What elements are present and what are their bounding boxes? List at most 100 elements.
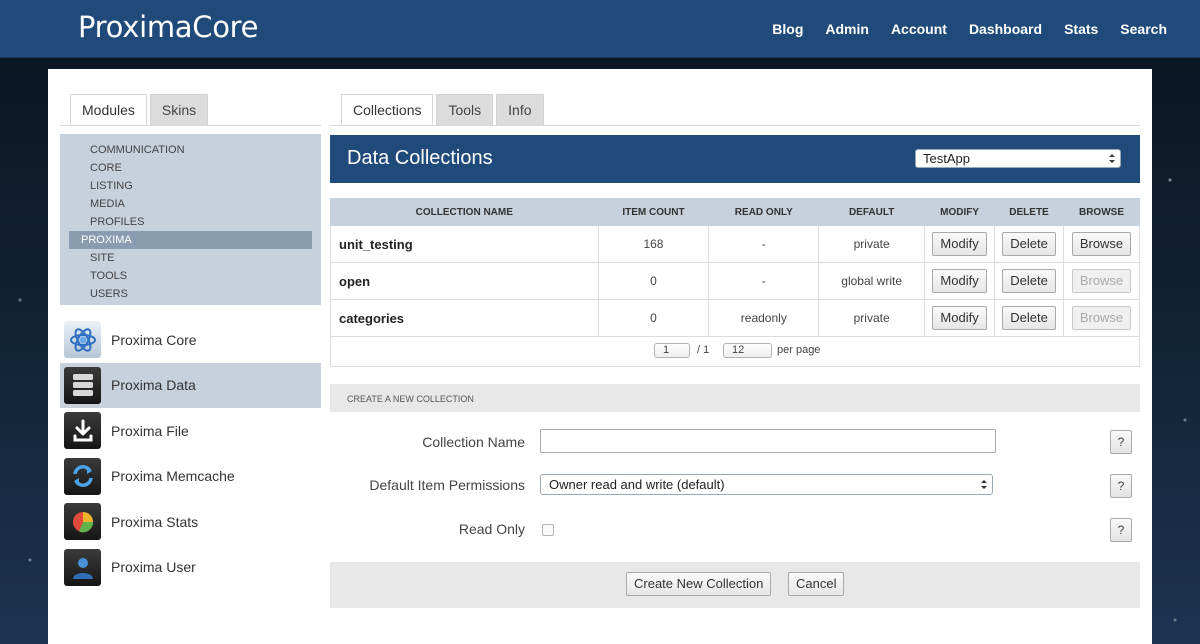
- module-proxima-user[interactable]: Proxima User: [60, 545, 321, 591]
- column-header: DEFAULT: [818, 198, 926, 226]
- module-list: Proxima Core Proxima Data Proxima File P…: [60, 317, 321, 590]
- select-arrows-icon: [981, 480, 987, 489]
- category-tools[interactable]: TOOLS: [69, 267, 312, 285]
- module-label: Proxima Core: [111, 331, 197, 348]
- page-total: / 1: [697, 344, 710, 356]
- browse-button: Browse: [1071, 269, 1132, 293]
- nav-admin[interactable]: Admin: [814, 0, 880, 58]
- browse-button[interactable]: Browse: [1071, 232, 1132, 256]
- brand-logo[interactable]: ProximaCore: [78, 10, 258, 44]
- divider: [330, 125, 1140, 126]
- module-proxima-memcache[interactable]: Proxima Memcache: [60, 454, 321, 500]
- module-label: Proxima Stats: [111, 513, 199, 530]
- column-header: BROWSE: [1062, 198, 1141, 226]
- cancel-button[interactable]: Cancel: [788, 572, 845, 596]
- default-permission: global write: [818, 262, 926, 300]
- category-profiles[interactable]: PROFILES: [69, 213, 312, 231]
- right-tabs: Collections Tools Info: [341, 94, 547, 125]
- download-icon: [64, 412, 101, 450]
- category-communication[interactable]: COMMUNICATION: [69, 141, 312, 159]
- delete-button[interactable]: Delete: [1002, 306, 1056, 330]
- per-page-label: per page: [777, 344, 821, 356]
- divider: [60, 125, 321, 126]
- read-only-value: -: [708, 262, 820, 300]
- modify-cell: Modify: [924, 262, 996, 300]
- collection-name-label: Collection Name: [422, 434, 525, 450]
- nav-blog[interactable]: Blog: [761, 0, 814, 58]
- column-header: DELETE: [994, 198, 1064, 226]
- app-select-value: TestApp: [923, 151, 970, 166]
- table-row: unit_testing 168 - private Modify Delete…: [330, 225, 1141, 263]
- module-label: Proxima Data: [111, 377, 196, 394]
- category-core[interactable]: CORE: [69, 159, 312, 177]
- modify-button[interactable]: Modify: [932, 232, 987, 256]
- top-nav: Blog Admin Account Dashboard Stats Searc…: [761, 0, 1200, 58]
- column-header: COLLECTION NAME: [330, 198, 599, 226]
- page-title: Data Collections: [347, 147, 493, 169]
- per-page-select[interactable]: 12: [723, 343, 772, 358]
- delete-button[interactable]: Delete: [1002, 269, 1056, 293]
- delete-cell: Delete: [994, 262, 1064, 300]
- atom-icon: [64, 321, 101, 359]
- delete-button[interactable]: Delete: [1002, 232, 1056, 256]
- tab-collections[interactable]: Collections: [341, 94, 434, 125]
- browse-button: Browse: [1071, 306, 1132, 330]
- nav-search[interactable]: Search: [1109, 0, 1178, 58]
- category-media[interactable]: MEDIA: [69, 195, 312, 213]
- page-select-value: 1: [663, 344, 670, 356]
- select-arrows-icon: [1109, 154, 1115, 163]
- pagination: 1 / 1 12 per page: [330, 335, 1140, 367]
- database-icon: [64, 366, 101, 404]
- help-button[interactable]: ?: [1110, 474, 1132, 498]
- tab-tools[interactable]: Tools: [436, 94, 494, 125]
- help-button[interactable]: ?: [1110, 430, 1132, 454]
- tab-modules[interactable]: Modules: [70, 94, 147, 125]
- collection-name: categories: [330, 299, 599, 337]
- modify-cell: Modify: [924, 299, 996, 337]
- collection-name: open: [330, 262, 599, 300]
- module-proxima-core[interactable]: Proxima Core: [60, 317, 321, 363]
- create-section-title: CREATE A NEW COLLECTION: [330, 384, 1140, 412]
- module-proxima-file[interactable]: Proxima File: [60, 408, 321, 454]
- tab-info[interactable]: Info: [496, 94, 544, 125]
- permissions-select-value: Owner read and write (default): [549, 477, 725, 492]
- form-actions: Create New Collection Cancel: [330, 562, 1140, 608]
- delete-cell: Delete: [994, 225, 1064, 263]
- table-row: open 0 - global write Modify Delete Brow…: [330, 262, 1141, 300]
- category-listing[interactable]: LISTING: [69, 177, 312, 195]
- category-users[interactable]: USERS: [69, 285, 312, 303]
- default-permission: private: [818, 225, 926, 263]
- help-button[interactable]: ?: [1110, 518, 1132, 542]
- create-collection-button[interactable]: Create New Collection: [626, 572, 772, 596]
- module-label: Proxima User: [111, 559, 196, 576]
- nav-stats[interactable]: Stats: [1053, 0, 1109, 58]
- module-proxima-data[interactable]: Proxima Data: [60, 362, 321, 408]
- module-proxima-stats[interactable]: Proxima Stats: [60, 499, 321, 545]
- user-icon: [64, 548, 101, 586]
- per-page-value: 12: [732, 344, 745, 356]
- nav-dashboard[interactable]: Dashboard: [958, 0, 1053, 58]
- browse-cell: Browse: [1062, 299, 1141, 337]
- page-select[interactable]: 1: [654, 343, 690, 358]
- read-only-value: readonly: [708, 299, 820, 337]
- category-proxima[interactable]: PROXIMA: [69, 231, 312, 249]
- app-select[interactable]: TestApp: [915, 149, 1121, 168]
- permissions-select[interactable]: Owner read and write (default): [540, 474, 993, 495]
- collection-name-input[interactable]: [540, 429, 996, 453]
- collections-header: Data Collections TestApp: [330, 135, 1140, 183]
- nav-account[interactable]: Account: [880, 0, 958, 58]
- item-count: 168: [597, 225, 710, 263]
- column-header: ITEM COUNT: [597, 198, 710, 226]
- read-only-checkbox[interactable]: [542, 524, 554, 536]
- column-header: READ ONLY: [708, 198, 820, 226]
- delete-cell: Delete: [994, 299, 1064, 337]
- module-label: Proxima Memcache: [111, 468, 235, 485]
- column-header: MODIFY: [924, 198, 996, 226]
- item-count: 0: [597, 299, 710, 337]
- modify-button[interactable]: Modify: [932, 306, 987, 330]
- table-row: categories 0 readonly private Modify Del…: [330, 299, 1141, 337]
- modify-button[interactable]: Modify: [932, 269, 987, 293]
- category-site[interactable]: SITE: [69, 249, 312, 267]
- tab-skins[interactable]: Skins: [149, 94, 209, 125]
- collection-name: unit_testing: [330, 225, 599, 263]
